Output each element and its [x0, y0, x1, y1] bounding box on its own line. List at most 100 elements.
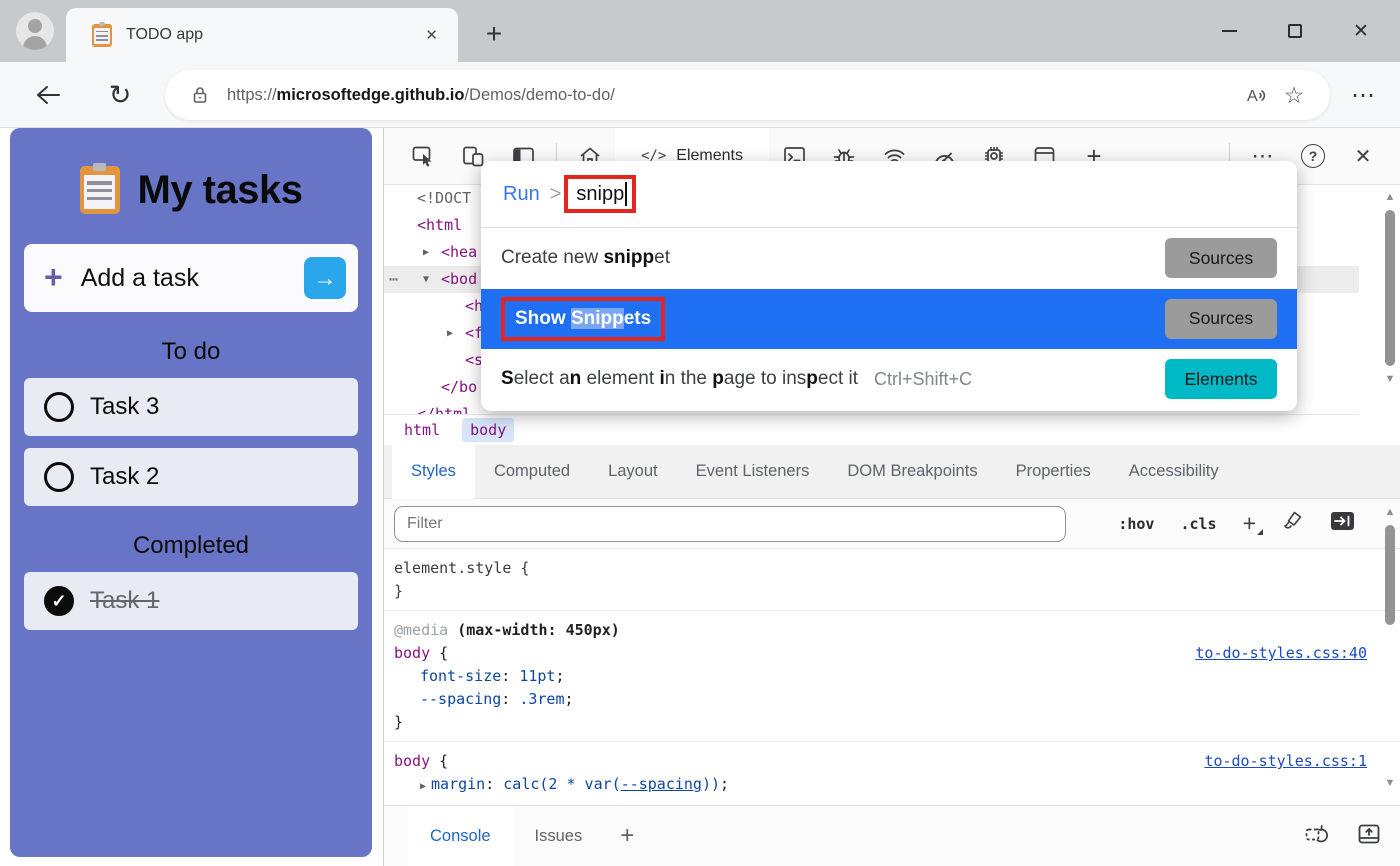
browser-menu-icon[interactable]: ⋯ — [1346, 77, 1382, 113]
address-bar[interactable]: https://microsoftedge.github.io/Demos/de… — [165, 70, 1330, 120]
css-property[interactable]: ▶margin: calc(2 * var(--spacing)); — [394, 773, 1400, 798]
expand-arrow-icon[interactable]: ▶ — [423, 239, 429, 266]
style-rule: to-do-styles.css:1body {▶margin: calc(2 … — [384, 741, 1400, 805]
task-item[interactable]: Task 2 — [24, 448, 358, 506]
new-tab-button[interactable]: + — [474, 14, 514, 54]
console-drawer: ConsoleIssues + — [384, 805, 1400, 866]
tab-accessibility[interactable]: Accessibility — [1110, 445, 1238, 499]
panel-badge: Sources — [1165, 299, 1277, 339]
more-actions-icon[interactable]: ⋯ — [389, 266, 397, 293]
todo-section-title: To do — [10, 338, 372, 366]
expand-arrow-icon[interactable]: ▶ — [447, 320, 453, 347]
expand-quick-view-icon[interactable] — [1357, 823, 1381, 850]
style-rule: @media (max-width: 450px)to-do-styles.cs… — [384, 610, 1400, 741]
browser-window: TODO app ✕ + ✕ ↻ https://microsoftedge.g… — [0, 0, 1400, 866]
tab-close-icon[interactable]: ✕ — [419, 23, 444, 47]
styles-scrollbar[interactable]: ▲ ▼ — [1381, 505, 1399, 790]
app-title: My tasks — [138, 168, 303, 213]
add-drawer-tab-icon[interactable]: + — [620, 822, 634, 850]
stylesheet-link[interactable]: to-do-styles.css:40 — [1195, 642, 1367, 665]
minimize-button[interactable] — [1196, 0, 1262, 62]
command-input[interactable]: Run > snipp — [481, 161, 1297, 228]
browser-toolbar: ↻ https://microsoftedge.github.io/Demos/… — [0, 62, 1400, 128]
sidebar-tabs: StylesComputedLayoutEvent ListenersDOM B… — [384, 445, 1400, 499]
favorites-star-icon[interactable]: ☆ — [1276, 77, 1312, 113]
read-aloud-icon[interactable]: A — [1240, 77, 1276, 113]
window-close-button[interactable]: ✕ — [1328, 0, 1394, 62]
breadcrumb-item[interactable]: body — [462, 418, 514, 442]
refresh-panel-icon[interactable] — [1304, 823, 1329, 850]
task-item[interactable]: ✓Task 1 — [24, 572, 358, 630]
css-property[interactable]: --spacing: .3rem; — [394, 688, 1400, 711]
styles-filter-input[interactable] — [394, 506, 1066, 542]
stylesheet-link[interactable]: to-do-styles.css:1 — [1204, 750, 1367, 773]
page-content: My tasks + Add a task → To do Task 3 Task … — [0, 128, 383, 866]
toggle-sidebar-icon[interactable] — [1330, 511, 1355, 536]
command-item[interactable]: Create new snippetSources — [481, 228, 1297, 289]
drawer-tab-issues[interactable]: Issues — [513, 806, 605, 866]
style-rule: element.style {} — [384, 549, 1400, 610]
task-item[interactable]: Task 3 — [24, 378, 358, 436]
scroll-down-icon[interactable]: ▼ — [1385, 776, 1396, 790]
new-style-rule-icon[interactable]: + — [1243, 512, 1256, 535]
panel-badge: Sources — [1165, 238, 1277, 278]
refresh-button[interactable]: ↻ — [102, 77, 138, 113]
panel-badge: Elements — [1165, 359, 1277, 399]
browser-titlebar: TODO app ✕ + ✕ — [0, 0, 1400, 62]
add-task-form[interactable]: + Add a task → — [24, 244, 358, 312]
task-unchecked-icon[interactable] — [44, 392, 74, 422]
todo-header: My tasks — [10, 166, 372, 214]
task-checked-icon[interactable]: ✓ — [44, 586, 74, 616]
lock-icon — [191, 85, 209, 105]
clipboard-icon — [80, 166, 120, 214]
shortcut-hint: Ctrl+Shift+C — [874, 369, 972, 390]
command-results: Create new snippetSourcesShow SnippetsSo… — [481, 228, 1297, 410]
expand-arrow-icon[interactable]: ▼ — [423, 266, 429, 293]
scroll-down-icon[interactable]: ▼ — [1385, 372, 1396, 386]
tab-styles[interactable]: Styles — [392, 445, 475, 499]
tab-layout[interactable]: Layout — [589, 445, 677, 499]
command-palette: Run > snipp Create new snippetSourcesSho… — [481, 161, 1297, 411]
toggle-hover-state-button[interactable]: :hov — [1118, 515, 1154, 533]
breadcrumb-item[interactable]: html — [396, 418, 448, 442]
browser-tab[interactable]: TODO app ✕ — [66, 8, 458, 62]
maximize-button[interactable] — [1262, 0, 1328, 62]
toggle-classes-button[interactable]: .cls — [1180, 515, 1216, 533]
todo-app: My tasks + Add a task → To do Task 3 Task … — [10, 128, 372, 857]
elements-scrollbar[interactable]: ▲ ▼ — [1381, 190, 1399, 402]
run-mode-label: Run — [503, 183, 540, 206]
query-text: snipp — [576, 183, 624, 206]
task-label: Task 3 — [90, 393, 159, 421]
profile-avatar-icon[interactable] — [16, 12, 54, 50]
tab-computed[interactable]: Computed — [475, 445, 589, 499]
annotation-box: snipp — [564, 175, 636, 213]
todo-section-title: Completed — [10, 532, 372, 560]
tab-properties[interactable]: Properties — [997, 445, 1110, 499]
command-item[interactable]: Select an element in the page to inspect… — [481, 349, 1297, 410]
text-cursor — [625, 182, 627, 206]
devtools-close-icon[interactable]: ✕ — [1338, 128, 1388, 185]
back-button[interactable] — [30, 77, 66, 113]
task-unchecked-icon[interactable] — [44, 462, 74, 492]
tab-favicon-clipboard-icon — [92, 24, 112, 47]
task-lists: To do Task 3 Task 2 Completed ✓Task 1 — [10, 338, 372, 630]
scrollbar-thumb[interactable] — [1385, 210, 1395, 366]
drawer-tab-console[interactable]: Console — [408, 806, 513, 866]
css-property[interactable]: font-size: 11pt; — [394, 665, 1400, 688]
tab-event-listeners[interactable]: Event Listeners — [677, 445, 829, 499]
dom-breadcrumb: html body — [384, 414, 1359, 445]
rendering-brush-icon[interactable] — [1282, 510, 1304, 537]
task-label: Task 2 — [90, 463, 159, 491]
url-text: https://microsoftedge.github.io/Demos/de… — [227, 86, 1240, 105]
scrollbar-thumb[interactable] — [1385, 525, 1395, 625]
mode-separator: > — [550, 183, 562, 206]
scroll-up-icon[interactable]: ▲ — [1385, 505, 1396, 519]
inspect-element-icon[interactable] — [398, 128, 448, 185]
command-item[interactable]: Show SnippetsSources — [481, 289, 1297, 350]
submit-task-button[interactable]: → — [304, 257, 346, 299]
plus-icon: + — [44, 261, 63, 293]
styles-pane: element.style {}@media (max-width: 450px… — [384, 549, 1400, 805]
add-task-input[interactable]: Add a task — [81, 264, 304, 293]
tab-dom-breakpoints[interactable]: DOM Breakpoints — [828, 445, 996, 499]
scroll-up-icon[interactable]: ▲ — [1385, 190, 1396, 204]
